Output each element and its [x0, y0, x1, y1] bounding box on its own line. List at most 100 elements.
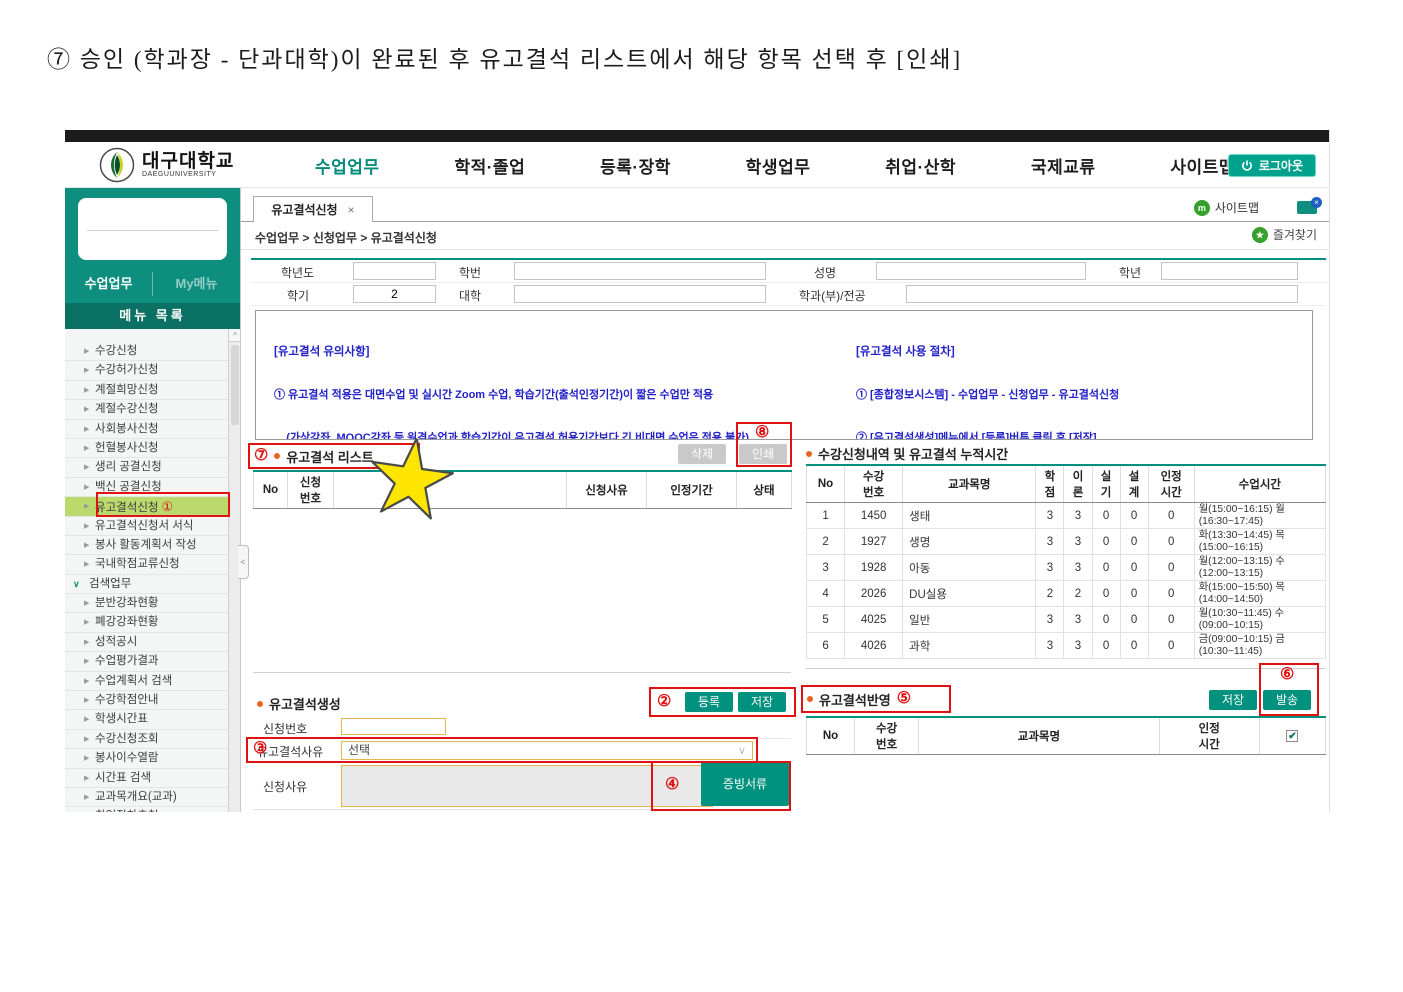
column-header: 설 계 [1120, 465, 1148, 503]
year-label: 학년도 [281, 264, 314, 281]
save-button[interactable]: 저장 [738, 692, 786, 712]
college-input[interactable] [514, 285, 766, 303]
sidebar-item-23[interactable]: ▶교과목개요(교과) [65, 788, 240, 807]
apply-save-button[interactable]: 저장 [1209, 690, 1257, 710]
sidebar-item-label: 수업평가결과 [95, 655, 158, 667]
nav-item-3[interactable]: 학생업무 [746, 153, 811, 178]
university-name-en: DAEGUUNIVERSITY [142, 171, 234, 178]
column-header: 교과목명 [903, 465, 1036, 503]
annotation-badge-6: ⑥ [1280, 667, 1294, 683]
sidebar-item-0[interactable]: ▶수강신청 [65, 342, 240, 361]
cell-design: 0 [1120, 633, 1148, 659]
absence-list-table: No신청 번호신청사유인정기간상태 [253, 470, 792, 509]
request-no-row: 신청번호 [253, 716, 791, 739]
sidebar-item-22[interactable]: ▶시간표 검색 [65, 769, 240, 788]
sidebar-item-9[interactable]: ▶유고결석신청서 서식 [65, 517, 240, 536]
sidebar-item-21[interactable]: ▶봉사이수열람 [65, 749, 240, 768]
send-button[interactable]: 발송 [1263, 690, 1311, 710]
sidebar-item-1[interactable]: ▶수강허가신청 [65, 361, 240, 380]
enrollment-table: No수강 번호교과목명학 점이 론실 기설 계인정 시간수업시간 11450생태… [806, 464, 1326, 659]
checkbox-checked-icon[interactable]: ✔ [1286, 730, 1298, 742]
sidebar-item-24[interactable]: ▶취업절차추천 [65, 807, 240, 812]
content-tabbar: 유고결석신청 × m 사이트맵 [241, 196, 1330, 222]
sitemap-icon: m [1194, 200, 1210, 216]
annotation-badge-5: ⑤ [897, 691, 911, 707]
sidebar-item-5[interactable]: ▶헌혈봉사신청 [65, 439, 240, 458]
favorite-label: 즐겨찾기 [1273, 226, 1317, 243]
sidebar-item-14[interactable]: ▶폐강강좌현황 [65, 613, 240, 632]
semester-input[interactable] [353, 285, 436, 303]
name-input[interactable] [876, 262, 1086, 280]
cell-time: 월(12:00~13:15) 수(12:00~13:15) [1194, 555, 1325, 581]
sidebar-item-label: 수강허가신청 [95, 364, 158, 376]
absence-list-header-row: No신청 번호신청사유인정기간상태 [254, 471, 792, 509]
tab-absence-application[interactable]: 유고결석신청 × [253, 196, 373, 222]
logout-button[interactable]: 로그아웃 [1228, 154, 1316, 177]
major-input[interactable] [906, 285, 1298, 303]
cell-code: 1928 [845, 555, 903, 581]
name-label: 성명 [814, 264, 836, 281]
divider [806, 668, 1326, 669]
sidebar-item-3[interactable]: ▶계절수강신청 [65, 400, 240, 419]
nav-item-0[interactable]: 수업업무 [315, 153, 380, 178]
sidebar-item-2[interactable]: ▶계절희망신청 [65, 381, 240, 400]
attach-file-button[interactable]: 증빙서류 [701, 762, 789, 806]
studentno-input[interactable] [514, 262, 766, 280]
sitemap-link[interactable]: m 사이트맵 [1194, 199, 1259, 216]
nav-item-6[interactable]: 사이트맵 [1170, 153, 1235, 178]
sidebar-tab-mymenu[interactable]: My메뉴 [152, 272, 240, 296]
favorite-link[interactable]: ★ 즐겨찾기 [1252, 226, 1317, 243]
sidebar-tab-classwork[interactable]: 수업업무 [65, 272, 152, 296]
reason-type-select[interactable]: 선택 ∨ [341, 741, 753, 760]
request-no-input[interactable] [341, 718, 446, 735]
table-row: 31928아동33000월(12:00~13:15) 수(12:00~13:15… [807, 555, 1326, 581]
sidebar-item-8[interactable]: ▶유고결석신청① [65, 497, 240, 516]
notice-procedure: [유고결석 사용 절차] ① [종합정보시스템] - 수업업무 - 신청업무 -… [856, 316, 1178, 440]
column-header: 수업시간 [1194, 465, 1325, 503]
print-button[interactable]: 인쇄 [739, 444, 787, 464]
sidebar-item-16[interactable]: ▶수업평가결과 [65, 652, 240, 671]
cell-recognized: 0 [1148, 607, 1194, 633]
sidebar-item-6[interactable]: ▶생리 공결신청 [65, 458, 240, 477]
cell-name: DU실용 [903, 581, 1036, 607]
university-logo[interactable]: 대구대학교 DAEGUUNIVERSITY [99, 147, 234, 183]
annotation-badge-1: ① [161, 499, 173, 514]
chevron-down-icon: ∨ [73, 575, 80, 594]
sidebar-item-4[interactable]: ▶사회봉사신청 [65, 420, 240, 439]
tab-close-icon[interactable]: × [348, 203, 355, 217]
sidebar-item-17[interactable]: ▶수업계획서 검색 [65, 672, 240, 691]
close-all-tabs-icon[interactable] [1297, 201, 1317, 214]
sidebar-item-11[interactable]: ▶국내학점교류신청 [65, 555, 240, 574]
year-input[interactable] [353, 262, 436, 280]
sidebar-item-15[interactable]: ▶성적공시 [65, 633, 240, 652]
delete-button[interactable]: 삭제 [678, 444, 726, 464]
sidebar-item-10[interactable]: ▶봉사 활동계획서 작성 [65, 536, 240, 555]
sidebar-item-20[interactable]: ▶수강신청조회 [65, 730, 240, 749]
triangle-right-icon: ▶ [84, 807, 89, 812]
column-header: No [807, 465, 845, 503]
sidebar-menu-panel: ▶수강신청▶수강허가신청▶계절희망신청▶계절수강신청▶사회봉사신청▶헌혈봉사신청… [65, 329, 240, 812]
cell-no: 1 [807, 503, 845, 529]
sidebar-item-19[interactable]: ▶학생시간표 [65, 710, 240, 729]
reason-textarea[interactable] [341, 765, 713, 807]
sidebar-item-7[interactable]: ▶백신 공결신청 [65, 478, 240, 497]
register-button[interactable]: 등록 [685, 692, 733, 712]
triangle-right-icon: ▶ [84, 342, 89, 361]
cell-design: 0 [1120, 555, 1148, 581]
table-row: 21927생명33000화(13:30~14:45) 목(15:00~16:15… [807, 529, 1326, 555]
sidebar-item-12[interactable]: ∨검색업무 [65, 575, 240, 594]
grade-input[interactable] [1161, 262, 1298, 280]
cell-design: 0 [1120, 503, 1148, 529]
sidebar-item-13[interactable]: ▶분반강좌현황 [65, 594, 240, 613]
sidebar-collapse-handle[interactable]: < [238, 545, 249, 579]
sidebar-item-18[interactable]: ▶수강학점안내 [65, 691, 240, 710]
create-form: 신청번호 유고결석사유 선택 ∨ 신청사유 증빙서류 인정기간 [253, 716, 791, 812]
breadcrumb-row: 수업업무 > 신청업무 > 유고결석신청 ★ 즐겨찾기 [241, 222, 1330, 250]
nav-item-1[interactable]: 학적·졸업 [454, 153, 525, 178]
column-header: No [254, 471, 288, 509]
nav-item-2[interactable]: 등록·장학 [600, 153, 671, 178]
scroll-thumb[interactable] [231, 345, 239, 425]
triangle-right-icon: ▶ [84, 420, 89, 439]
nav-item-5[interactable]: 국제교류 [1031, 153, 1096, 178]
nav-item-4[interactable]: 취업·산학 [885, 153, 956, 178]
